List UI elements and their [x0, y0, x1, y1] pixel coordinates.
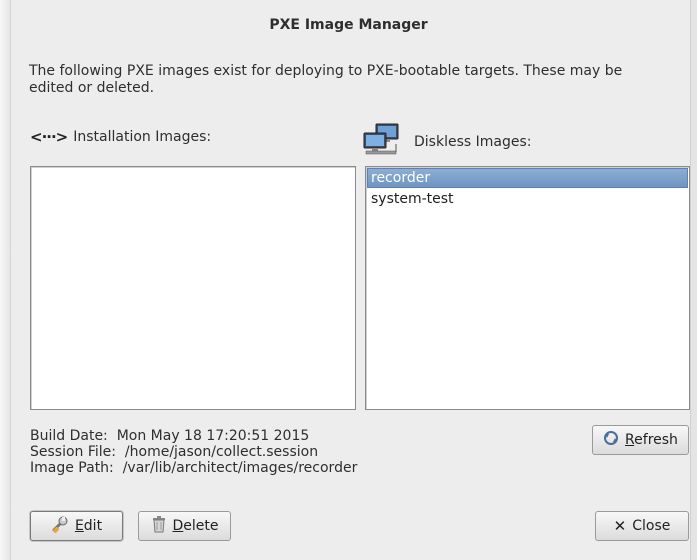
list-item[interactable]: recorder — [367, 168, 688, 188]
installation-images-list[interactable] — [30, 166, 356, 410]
diskless-images-header: Diskless Images: — [362, 122, 531, 162]
wrench-icon — [51, 515, 69, 537]
image-info: Build Date: Mon May 18 17:20:51 2015 Ses… — [30, 428, 357, 476]
image-path-label: Image Path: — [30, 460, 114, 476]
trash-icon — [151, 515, 167, 537]
delete-button[interactable]: Delete — [138, 511, 231, 541]
network-arrows-icon: <···> — [30, 128, 68, 146]
networked-computers-icon — [362, 122, 404, 162]
build-date-label: Build Date: — [30, 428, 108, 444]
edit-mnemonic: E — [74, 518, 84, 534]
intro-text: The following PXE images exist for deplo… — [29, 63, 623, 96]
refresh-icon — [603, 430, 619, 450]
installation-images-header: <···> Installation Images: — [30, 128, 211, 146]
edit-label: dit — [83, 518, 103, 534]
edit-button[interactable]: Edit — [30, 511, 123, 541]
dialog-title: PXE Image Manager — [269, 17, 428, 33]
refresh-label: efresh — [634, 432, 678, 448]
window-frame-left — [0, 0, 11, 560]
delete-label: elete — [183, 518, 219, 534]
refresh-mnemonic: R — [625, 432, 635, 448]
installation-images-label: Installation Images: — [73, 129, 212, 145]
session-file-value: /home/jason/collect.session — [124, 444, 319, 460]
diskless-images-label: Diskless Images: — [414, 134, 532, 150]
image-path-value: /var/lib/architect/images/recorder — [122, 460, 358, 476]
session-file-label: Session File: — [30, 444, 117, 460]
close-button[interactable]: ✕ Close — [595, 511, 689, 541]
close-label: Close — [632, 518, 671, 534]
refresh-button[interactable]: Refresh — [592, 425, 689, 455]
close-x-icon: ✕ — [613, 517, 627, 535]
list-item[interactable]: system-test — [366, 189, 689, 209]
delete-mnemonic: D — [172, 518, 184, 534]
window-frame-right — [690, 0, 697, 560]
build-date-value: Mon May 18 17:20:51 2015 — [116, 428, 310, 444]
diskless-images-list[interactable]: recorder system-test — [365, 166, 690, 410]
